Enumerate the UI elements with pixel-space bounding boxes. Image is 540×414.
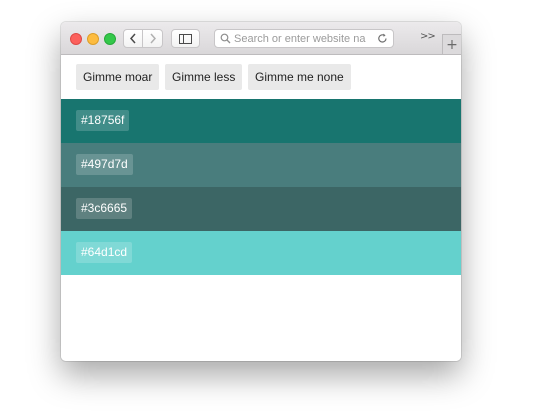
color-swatch: #497d7d xyxy=(61,143,461,187)
color-swatch: #64d1cd xyxy=(61,231,461,275)
minimize-window-button[interactable] xyxy=(87,33,99,45)
sidebar-toggle-button[interactable] xyxy=(171,29,200,48)
address-input[interactable] xyxy=(234,30,366,47)
swatch-label: #64d1cd xyxy=(76,242,133,263)
browser-window: >> + Gimme moar Gimme less Gimme me none… xyxy=(61,22,461,361)
close-window-button[interactable] xyxy=(70,33,82,45)
page-content: Gimme moar Gimme less Gimme me none #187… xyxy=(61,55,461,361)
new-tab-button[interactable]: + xyxy=(442,34,461,54)
chevron-right-icon xyxy=(149,33,156,44)
button-row: Gimme moar Gimme less Gimme me none xyxy=(61,55,461,99)
swatch-label: #497d7d xyxy=(76,154,133,175)
toolbar-overflow-button[interactable]: >> xyxy=(420,31,436,42)
chevron-left-icon xyxy=(129,33,136,44)
sidebar-icon xyxy=(179,33,192,44)
color-swatch: #18756f xyxy=(61,99,461,143)
search-icon xyxy=(220,33,231,44)
swatch-label: #18756f xyxy=(76,110,130,131)
gimme-less-button[interactable]: Gimme less xyxy=(165,64,243,90)
reload-icon[interactable] xyxy=(377,33,388,44)
swatch-label: #3c6665 xyxy=(76,198,133,219)
forward-button[interactable] xyxy=(143,29,163,48)
back-button[interactable] xyxy=(123,29,143,48)
gimme-me-none-button[interactable]: Gimme me none xyxy=(248,64,351,90)
color-swatch: #3c6665 xyxy=(61,187,461,231)
title-bar: >> + xyxy=(61,22,461,55)
gimme-moar-button[interactable]: Gimme moar xyxy=(76,64,160,90)
zoom-window-button[interactable] xyxy=(104,33,116,45)
address-bar[interactable] xyxy=(214,29,394,48)
